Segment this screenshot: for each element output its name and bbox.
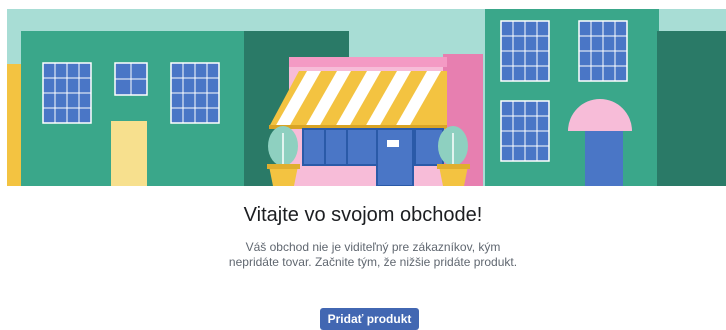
left-edge-building: [7, 64, 21, 186]
shop-building-icon: [267, 54, 483, 186]
awning-icon: [269, 71, 447, 129]
plant-icon: [267, 126, 300, 186]
welcome-title: Vitajte vo svojom obchode!: [243, 204, 483, 226]
welcome-description: Váš obchod nie je viditeľný pre zákazník…: [228, 240, 518, 269]
right-building-icon: [485, 9, 726, 186]
shop-door-icon: [376, 128, 414, 186]
add-product-button[interactable]: Pridať produkt: [320, 308, 419, 330]
storefront-illustration: [7, 9, 726, 186]
door-icon: [111, 121, 147, 186]
arch-door-icon: [585, 127, 623, 186]
plant-icon: [437, 126, 470, 186]
